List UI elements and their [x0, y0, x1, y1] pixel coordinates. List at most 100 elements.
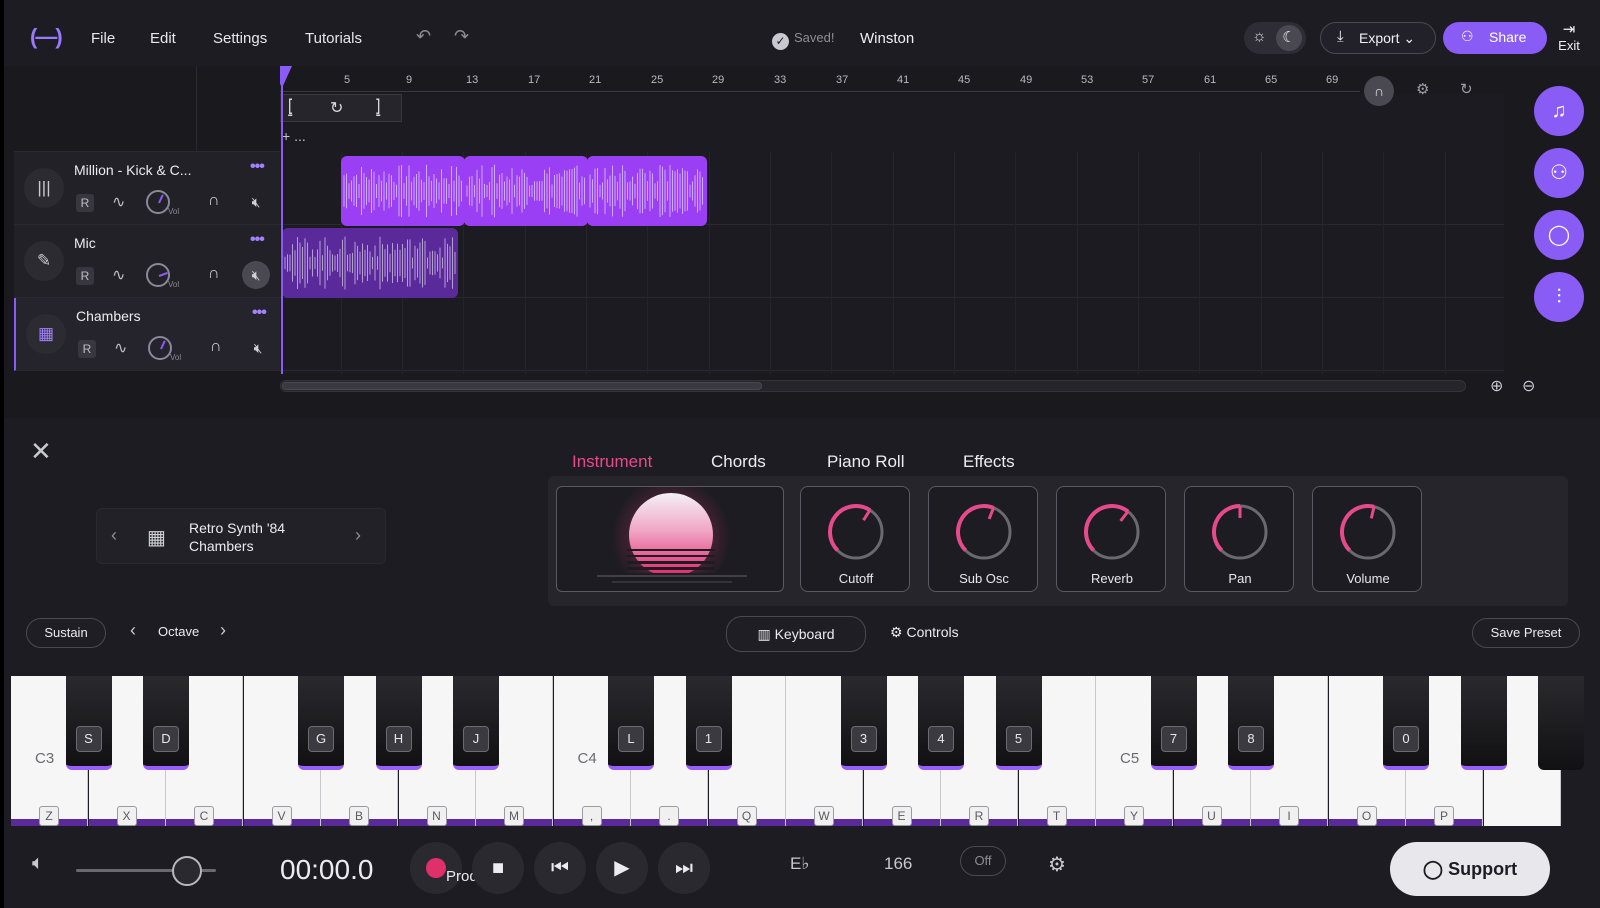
black-key[interactable] [1538, 676, 1584, 770]
mute-icon[interactable]: 🔇︎ [242, 188, 270, 216]
track-name[interactable]: Mic [74, 235, 96, 251]
undo-icon[interactable]: ↶ [416, 26, 431, 47]
record-arm-button[interactable]: R [76, 267, 94, 285]
headphones-monitor-icon[interactable]: ∩ [1364, 76, 1394, 106]
keyboard-mode-button[interactable]: ▥ Keyboard [726, 616, 866, 652]
add-marker-button[interactable]: + ... [282, 128, 306, 144]
octave-up-icon[interactable]: › [220, 620, 226, 641]
black-key[interactable]: S [65, 676, 112, 770]
redo-icon[interactable]: ↷ [454, 26, 469, 47]
play-button[interactable]: ▶ [596, 842, 648, 894]
more-options-icon[interactable]: ••• [252, 304, 267, 322]
arrangement-view[interactable]: 5 9 13 17 21 25 29 33 37 41 45 49 53 57 … [280, 66, 1504, 374]
controls-mode-button[interactable]: ⚙ Controls [890, 624, 959, 641]
timeline-ruler[interactable]: 5 9 13 17 21 25 29 33 37 41 45 49 53 57 … [280, 66, 1504, 106]
menu-edit[interactable]: Edit [150, 30, 176, 47]
black-key[interactable] [1460, 676, 1507, 770]
octave-down-icon[interactable]: ‹ [130, 620, 136, 641]
key-signature[interactable]: E♭ [790, 854, 809, 874]
gear-icon[interactable]: ⚙ [1048, 852, 1066, 877]
gear-icon[interactable]: ⚙ [1416, 80, 1429, 98]
headphones-icon[interactable]: ∩ [208, 265, 220, 283]
volume-knob[interactable] [148, 336, 172, 360]
stop-button[interactable]: ■ [472, 842, 524, 894]
automation-icon[interactable]: ∿ [114, 338, 127, 358]
knob-volume[interactable]: Volume [1312, 486, 1422, 592]
black-key[interactable]: H [375, 676, 422, 770]
more-options-icon[interactable]: ••• [250, 231, 265, 249]
black-key[interactable]: 3 [840, 676, 887, 770]
audio-clip[interactable] [587, 156, 707, 226]
black-key[interactable]: 7 [1150, 676, 1197, 770]
tab-effects[interactable]: Effects [963, 452, 1015, 472]
music-note-icon[interactable]: ♫ [1534, 86, 1584, 136]
more-options-icon[interactable]: ••• [250, 158, 265, 176]
knob-cutoff[interactable]: Cutoff [800, 486, 910, 592]
black-key[interactable]: D [143, 676, 189, 770]
black-key[interactable]: G [298, 676, 344, 770]
preset-selector[interactable]: ‹ ▦ Retro Synth '84 Chambers › [96, 508, 386, 564]
black-key[interactable]: 4 [918, 676, 964, 770]
metronome-toggle[interactable]: Off [960, 846, 1006, 876]
tab-chords[interactable]: Chords [711, 452, 766, 472]
mute-icon[interactable]: 🔇︎ [244, 334, 272, 362]
slider-thumb[interactable] [172, 856, 202, 886]
app-logo[interactable]: (—) [30, 24, 63, 50]
chevron-right-icon[interactable]: › [355, 525, 361, 546]
track-row[interactable]: ||| Million - Kick & C... ••• R ∿ Vol ∩ … [14, 152, 280, 225]
audio-clip[interactable] [464, 156, 588, 226]
chevron-left-icon[interactable]: ‹ [111, 525, 117, 546]
menu-file[interactable]: File [91, 30, 115, 47]
save-preset-button[interactable]: Save Preset [1472, 618, 1580, 648]
black-key[interactable]: 5 [995, 676, 1042, 770]
volume-knob[interactable] [146, 263, 170, 287]
black-key[interactable]: 0 [1383, 676, 1429, 770]
automation-icon[interactable]: ∿ [112, 192, 125, 212]
audio-clip[interactable] [341, 156, 465, 226]
fast-forward-button[interactable]: ⏭︎ [658, 842, 710, 894]
audio-clip-muted[interactable] [282, 228, 458, 298]
knob-reverb[interactable]: Reverb [1056, 486, 1166, 592]
mute-icon[interactable]: 🔇︎ [242, 261, 270, 289]
menu-tutorials[interactable]: Tutorials [305, 30, 362, 47]
mixer-icon[interactable]: ⫶ [1534, 272, 1584, 322]
track-row[interactable]: ✎ Mic ••• R ∿ Vol ∩ 🔇︎ [14, 225, 280, 298]
menu-settings[interactable]: Settings [213, 30, 267, 47]
scroll-thumb[interactable] [282, 382, 762, 390]
master-volume-slider[interactable] [76, 856, 216, 886]
support-button[interactable]: ◯ Support [1390, 842, 1550, 896]
record-arm-button[interactable]: R [78, 340, 96, 358]
track-name[interactable]: Million - Kick & C... [74, 162, 191, 178]
zoom-in-icon[interactable]: ⊕ [1490, 376, 1503, 396]
share-button[interactable]: ⚇ Share [1443, 22, 1547, 54]
knob-pan[interactable]: Pan [1184, 486, 1294, 592]
rewind-button[interactable]: ⏮︎ [534, 842, 586, 894]
headphones-icon[interactable]: ∩ [208, 192, 220, 210]
exit-button[interactable]: ⇥ Exit [1554, 20, 1584, 53]
headphones-icon[interactable]: ∩ [210, 338, 222, 356]
black-key[interactable]: J [453, 676, 499, 770]
record-arm-button[interactable]: R [76, 194, 94, 212]
loop-icon[interactable]: ↻ [1460, 80, 1473, 98]
knob-sub-osc[interactable]: Sub Osc [928, 486, 1038, 592]
track-row-selected[interactable]: ▦ Chambers ••• R ∿ Vol ∩ 🔇︎ [14, 298, 280, 371]
loop-start-icon[interactable]: ⦋ [288, 98, 292, 116]
chat-icon[interactable]: ◯ [1534, 210, 1584, 260]
tab-piano-roll[interactable]: Piano Roll [827, 452, 905, 472]
collaborators-icon[interactable]: ⚇ [1534, 148, 1584, 198]
zoom-out-icon[interactable]: ⊖ [1522, 376, 1535, 396]
tab-instrument[interactable]: Instrument [572, 452, 653, 478]
loop-end-icon[interactable]: ⦌ [376, 98, 380, 116]
close-icon[interactable]: ✕ [30, 436, 52, 467]
sustain-button[interactable]: Sustain [26, 618, 106, 648]
loop-toggle-icon[interactable]: ↻ [330, 98, 343, 118]
black-key[interactable]: L [608, 676, 654, 770]
volume-knob[interactable] [146, 190, 170, 214]
horizontal-scrollbar[interactable] [280, 380, 1466, 392]
track-name[interactable]: Chambers [76, 308, 141, 324]
black-key[interactable]: 8 [1228, 676, 1274, 770]
automation-icon[interactable]: ∿ [112, 265, 125, 285]
project-name[interactable]: Winston [860, 30, 914, 47]
export-button[interactable]: ⤓ Export ⌄ [1320, 22, 1436, 54]
volume-icon[interactable]: 🔈︎ [32, 852, 44, 875]
